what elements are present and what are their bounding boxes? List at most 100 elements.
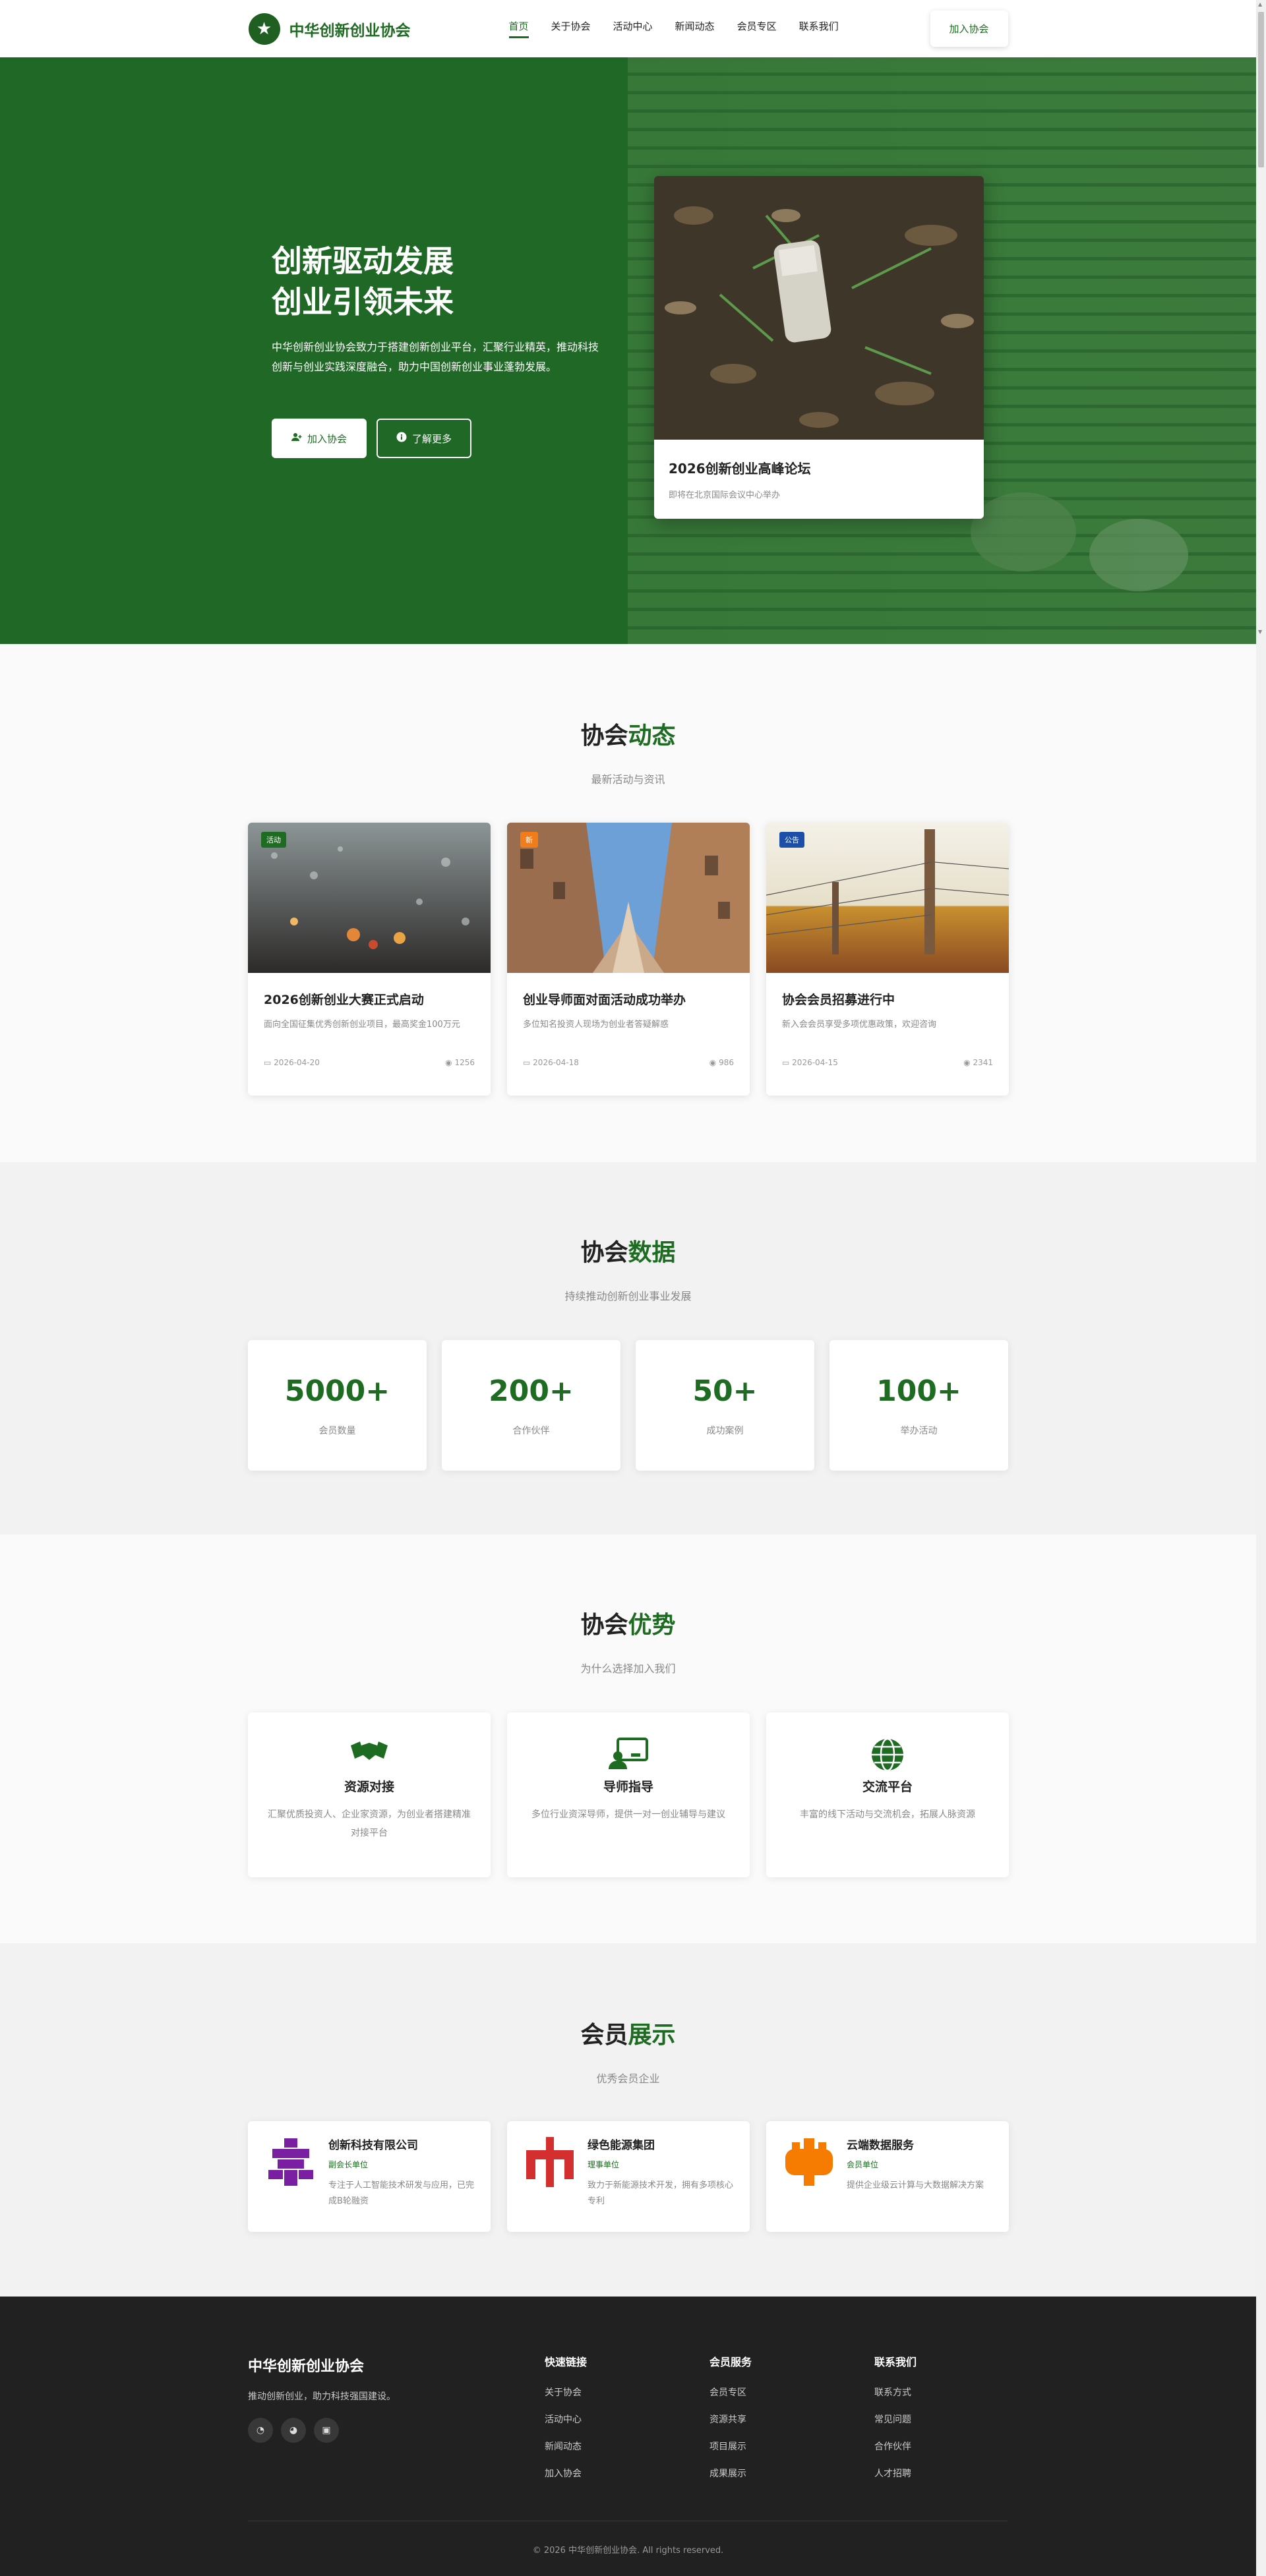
forum-subtitle: 即将在北京国际会议中心举办	[669, 490, 781, 500]
news-desc: 面向全国征集优秀创新创业项目，最高奖金100万元	[264, 1020, 460, 1030]
nav-members[interactable]: 会员专区	[737, 19, 777, 38]
news-title: 创业导师面对面活动成功举办	[523, 993, 686, 1007]
hero-title: 创新驱动发展 创业引领未来	[272, 241, 454, 322]
stat-value: 50+	[692, 1374, 758, 1408]
nav-news[interactable]: 新闻动态	[675, 19, 715, 38]
hero-description: 中华创新创业协会致力于搭建创新创业平台，汇聚行业精英，推动科技创新与创业实践深度…	[272, 341, 599, 373]
footer-link[interactable]: 联系方式	[874, 2380, 917, 2407]
advantages-section-title: 协会优势	[0, 1606, 1256, 1640]
stat-card: 50+ 成功案例	[636, 1340, 814, 1471]
hero-event-card[interactable]: 2026创新创业高峰论坛 即将在北京国际会议中心举办	[654, 176, 984, 519]
hero-learn-more-button[interactable]: 了解更多	[377, 419, 471, 458]
news-date-value: 2026-04-15	[792, 1058, 838, 1067]
news-card[interactable]: 新 创业导师面对面活动成功举办 多位知名投资人现场为创业者答疑解惑 ▭ 2026…	[507, 823, 750, 1096]
news-card[interactable]: 公告 协会会员招募进行中 新入会会员享受多项优惠政策，欢迎咨询 ▭ 2026-0…	[766, 823, 1009, 1096]
stats-title-prefix: 协会	[580, 1239, 628, 1266]
scrollbar-thumb[interactable]	[1258, 12, 1264, 167]
nav-events[interactable]: 活动中心	[613, 19, 653, 38]
hero-section: 创新驱动发展 创业引领未来 中华创新创业协会致力于搭建创新创业平台，汇聚行业精英…	[0, 57, 1256, 644]
scroll-down-icon[interactable]: ▼	[1258, 629, 1262, 635]
news-title: 2026创新创业大赛正式启动	[264, 993, 424, 1007]
wechat-icon[interactable]: ◕	[281, 2418, 306, 2443]
footer-link[interactable]: 加入协会	[545, 2461, 587, 2488]
linkedin-icon[interactable]: ▣	[314, 2418, 339, 2443]
news-tag: 新	[520, 832, 538, 848]
news-views-value: 1256	[454, 1058, 475, 1067]
member-name: 云端数据服务	[847, 2139, 914, 2152]
stat-label: 成功案例	[706, 1426, 744, 1436]
advantage-title: 导师指导	[603, 1780, 653, 1794]
news-tag: 公告	[779, 832, 804, 848]
member-card[interactable]: 绿色能源集团 理事单位 致力于新能源技术开发，拥有多项核心专利	[507, 2121, 750, 2232]
nav-contact[interactable]: 联系我们	[799, 19, 839, 38]
news-desc: 新入会会员享受多项优惠政策，欢迎咨询	[782, 1020, 937, 1030]
stat-label: 合作伙伴	[512, 1426, 550, 1436]
hero-title-line2: 创业引领未来	[272, 284, 454, 320]
footer-link[interactable]: 新闻动态	[545, 2434, 587, 2461]
footer-column-quick-links: 快速链接 关于协会 活动中心 新闻动态 加入协会	[545, 2353, 587, 2488]
footer-link[interactable]: 项目展示	[709, 2434, 752, 2461]
brand-name: 中华创新创业协会	[289, 22, 411, 40]
member-role: 副会长单位	[328, 2160, 369, 2169]
footer-link[interactable]: 活动中心	[545, 2407, 587, 2434]
news-views: ◉ 986	[709, 1058, 734, 1067]
news-date-value: 2026-04-18	[533, 1058, 579, 1067]
advantage-card: 资源对接 汇聚优质投资人、企业家资源，为创业者搭建精准对接平台	[248, 1712, 491, 1877]
stat-label: 举办活动	[900, 1426, 938, 1436]
news-tag: 活动	[261, 832, 286, 848]
stats-section-subtitle: 持续推动创新创业事业发展	[564, 1290, 692, 1303]
scroll-up-icon[interactable]: ▲	[1258, 1, 1262, 7]
members-section: 会员展示 优秀会员企业 创新科技有限公司 副会长单位 专注于人工智能技术研发与应…	[0, 1943, 1256, 2297]
footer-link[interactable]: 合作伙伴	[874, 2434, 917, 2461]
info-icon	[396, 432, 407, 445]
mentor-icon	[609, 1738, 648, 1771]
member-card[interactable]: 创新科技有限公司 副会长单位 专注于人工智能技术研发与应用，已完成B轮融资	[248, 2121, 491, 2232]
hero-join-button[interactable]: 加入协会	[272, 419, 367, 458]
news-card[interactable]: 活动 2026创新创业大赛正式启动 面向全国征集优秀创新创业项目，最高奖金100…	[248, 823, 491, 1096]
member-name: 创新科技有限公司	[328, 2139, 418, 2152]
social-links: ◔ ◕ ▣	[248, 2418, 339, 2443]
eye-icon: ◉	[963, 1058, 971, 1067]
header-join-button[interactable]: 加入协会	[930, 11, 1008, 47]
page-scrollbar[interactable]: ▲ ▼	[1256, 0, 1266, 2576]
news-date-value: 2026-04-20	[274, 1058, 320, 1067]
news-title-prefix: 协会	[580, 722, 628, 749]
footer-link[interactable]: 成果展示	[709, 2461, 752, 2488]
member-name: 绿色能源集团	[588, 2139, 655, 2152]
advantage-card: 交流平台 丰富的线下活动与交流机会，拓展人脉资源	[766, 1712, 1009, 1877]
footer-copyright: © 2026 中华创新创业协会. All rights reserved.	[532, 2546, 724, 2556]
footer-link[interactable]: 常见问题	[874, 2407, 917, 2434]
globe-icon	[870, 1738, 905, 1772]
member-card[interactable]: 云端数据服务 会员单位 提供企业级云计算与大数据解决方案	[766, 2121, 1009, 2232]
calendar-icon: ▭	[782, 1058, 790, 1067]
footer-link[interactable]: 关于协会	[545, 2380, 587, 2407]
member-role: 理事单位	[588, 2160, 620, 2169]
stat-card: 5000+ 会员数量	[248, 1340, 427, 1471]
user-plus-icon	[291, 432, 302, 444]
forum-image	[654, 176, 984, 440]
footer-link[interactable]: 人才招聘	[874, 2461, 917, 2488]
member-logo	[264, 2136, 317, 2217]
advantage-card: 导师指导 多位行业资深导师，提供一对一创业辅导与建议	[507, 1712, 750, 1877]
stats-section: 协会数据 持续推动创新创业事业发展 5000+ 会员数量 200+ 合作伙伴 50+…	[0, 1162, 1256, 1535]
news-date: ▭ 2026-04-18	[523, 1058, 579, 1067]
member-desc: 专注于人工智能技术研发与应用，已完成B轮融资	[328, 2181, 475, 2206]
news-section: 协会动态 最新活动与资讯 活动 2026创新创业大赛正式启动 面向全国征集优秀创…	[0, 644, 1256, 1162]
footer-link[interactable]: 资源共享	[709, 2407, 752, 2434]
stat-value: 5000+	[284, 1374, 390, 1408]
weibo-icon[interactable]: ◔	[248, 2418, 273, 2443]
nav-home[interactable]: 首页	[508, 19, 529, 38]
footer-column-heading: 会员服务	[709, 2356, 752, 2368]
site-logo[interactable]: ★ 中华创新创业协会	[248, 13, 411, 45]
footer-link[interactable]: 会员专区	[709, 2380, 752, 2407]
news-views: ◉ 2341	[963, 1058, 993, 1067]
nav-about[interactable]: 关于协会	[551, 19, 591, 38]
news-views: ◉ 1256	[445, 1058, 475, 1067]
advantage-desc: 丰富的线下活动与交流机会，拓展人脉资源	[800, 1809, 975, 1820]
hero-title-line1: 创新驱动发展	[272, 243, 454, 279]
news-image: 新	[507, 823, 750, 973]
news-section-subtitle: 最新活动与资讯	[591, 773, 665, 786]
advantages-section-subtitle: 为什么选择加入我们	[580, 1662, 676, 1675]
news-image: 公告	[766, 823, 1009, 973]
handshake-icon	[349, 1738, 389, 1771]
